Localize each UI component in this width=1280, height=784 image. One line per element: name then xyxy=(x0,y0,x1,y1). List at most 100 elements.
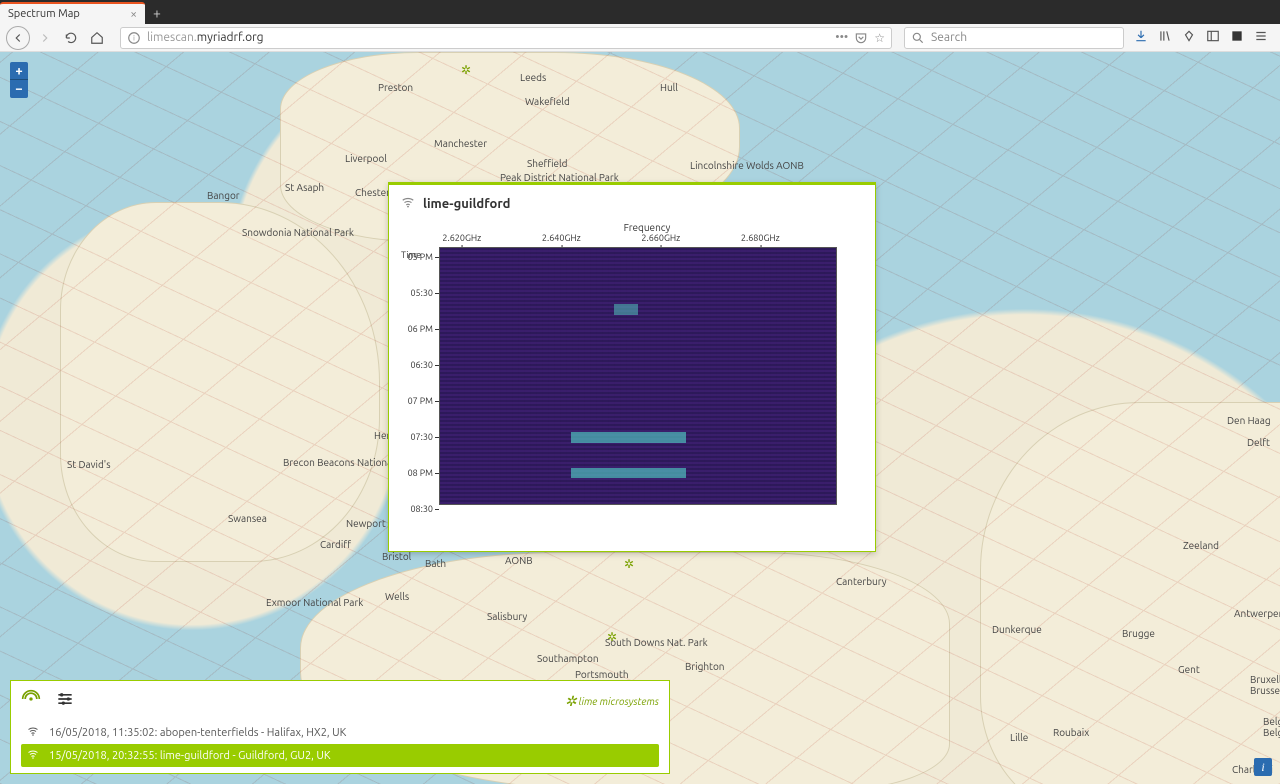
downloads-icon[interactable] xyxy=(1134,29,1148,46)
toolbar-extras xyxy=(1128,29,1274,46)
city-label: Swansea xyxy=(228,513,267,524)
zoom-in-button[interactable]: + xyxy=(10,62,28,80)
y-axis: 05 PM 05:30 06 PM 06:30 07 PM 07:30 08 PM 08:30 xyxy=(389,254,437,512)
arrow-left-icon xyxy=(11,31,25,45)
city-label: Delft xyxy=(1247,437,1270,448)
city-label: Lille xyxy=(1010,732,1028,743)
city-label: St David's xyxy=(67,459,111,470)
panel-header: lime microsystems xyxy=(21,689,659,713)
station-marker[interactable]: ✲ xyxy=(461,63,475,77)
station-marker[interactable]: ✲ xyxy=(607,630,621,644)
x-tick: 2.640GHz xyxy=(542,233,581,243)
y-tick: 05 PM xyxy=(408,252,433,262)
city-label: Dunkerque xyxy=(992,624,1042,635)
x-tick: 2.660GHz xyxy=(641,233,680,243)
city-label: Sheffield xyxy=(527,158,568,169)
search-icon xyxy=(911,31,925,45)
city-label: Portsmouth xyxy=(575,669,629,680)
city-label: Snowdonia National Park xyxy=(242,227,354,238)
city-label: Canterbury xyxy=(836,576,887,587)
city-label: Wells xyxy=(385,591,409,602)
city-label: Brugge xyxy=(1122,628,1155,639)
city-label: Bruxelles Brussel xyxy=(1250,674,1280,696)
info-button[interactable]: i xyxy=(1254,758,1272,776)
extension-icon[interactable] xyxy=(1182,29,1196,46)
close-tab-icon[interactable]: × xyxy=(130,8,137,21)
x-axis: 2.620GHz 2.640GHz 2.660GHz 2.680GHz xyxy=(439,233,855,247)
y-tick: 07 PM xyxy=(408,396,433,406)
x-tick: 2.680GHz xyxy=(741,233,780,243)
y-tick: 08:30 xyxy=(410,504,433,514)
home-icon xyxy=(90,31,104,45)
x-tick: 2.620GHz xyxy=(442,233,481,243)
library-icon[interactable] xyxy=(1158,29,1172,46)
city-label: Liverpool xyxy=(345,153,387,164)
city-label: Salisbury xyxy=(487,611,527,622)
chart: Frequency 2.620GHz 2.640GHz 2.660GHz 2.680G… xyxy=(389,222,875,515)
y-tick: 05:30 xyxy=(410,288,433,298)
zoom-controls: + − xyxy=(10,62,28,98)
home-button[interactable] xyxy=(86,27,108,49)
city-label: België / Belgique xyxy=(1263,716,1280,738)
search-placeholder: Search xyxy=(931,31,967,44)
city-label: Leeds xyxy=(520,72,546,83)
wifi-icon xyxy=(27,725,41,740)
station-popup: lime-guildford Frequency 2.620GHz 2.640GH… xyxy=(388,182,876,552)
y-tick: 06 PM xyxy=(408,324,433,334)
sidebar-icon[interactable] xyxy=(1206,29,1220,46)
info-icon: i xyxy=(127,31,141,45)
popup-header: lime-guildford xyxy=(389,185,875,222)
station-row[interactable]: 16/05/2018, 11:35:02: abopen-tenterfield… xyxy=(21,721,659,744)
city-label: Newport xyxy=(346,518,386,529)
search-bar[interactable]: Search xyxy=(904,27,1124,49)
settings-icon[interactable] xyxy=(55,689,75,713)
new-tab-button[interactable]: + xyxy=(145,2,169,24)
city-label: Bangor xyxy=(207,190,240,201)
city-label: Roubaix xyxy=(1053,727,1089,738)
back-button[interactable] xyxy=(6,26,30,50)
url-text: limescan.myriadrf.org xyxy=(147,31,264,44)
y-tick: 07:30 xyxy=(410,432,433,442)
pocket-icon[interactable] xyxy=(854,31,868,45)
y-tick: 08 PM xyxy=(408,468,433,478)
city-label: Exmoor National Park xyxy=(266,597,363,608)
station-marker[interactable]: ✲ xyxy=(624,557,638,571)
url-bar[interactable]: i limescan.myriadrf.org ••• ☆ xyxy=(120,27,892,49)
station-row-text: 16/05/2018, 11:35:02: abopen-tenterfield… xyxy=(49,727,346,739)
city-label: Gent xyxy=(1178,664,1200,675)
station-row[interactable]: 15/05/2018, 20:32:55: lime-guildford - G… xyxy=(21,744,659,767)
x-axis-title: Frequency xyxy=(439,222,855,233)
menu-icon[interactable] xyxy=(1254,29,1268,46)
reload-button[interactable] xyxy=(60,27,82,49)
tab-title: Spectrum Map xyxy=(8,8,80,20)
ublock-icon[interactable] xyxy=(1230,29,1244,46)
station-panel: lime microsystems 16/05/2018, 11:35:02: … xyxy=(10,680,670,774)
wifi-icon xyxy=(27,748,41,763)
svg-text:i: i xyxy=(133,34,135,42)
y-tick: 06:30 xyxy=(410,360,433,370)
city-label: Southampton xyxy=(537,653,599,664)
city-label: Antwerpen xyxy=(1234,608,1280,619)
city-label: Chester xyxy=(355,187,390,198)
broadcast-icon[interactable] xyxy=(21,689,41,713)
city-label: AONB xyxy=(505,555,533,566)
city-label: Wakefield xyxy=(525,96,570,107)
browser-toolbar: i limescan.myriadrf.org ••• ☆ Search xyxy=(0,24,1280,52)
forward-button[interactable] xyxy=(34,27,56,49)
wifi-icon xyxy=(401,195,415,212)
city-label: Bath xyxy=(425,558,446,569)
city-label: Cardiff xyxy=(320,539,351,550)
city-label: Hull xyxy=(660,82,678,93)
popup-title: lime-guildford xyxy=(423,197,510,211)
more-icon[interactable]: ••• xyxy=(835,31,848,45)
tab-bar: Spectrum Map × + xyxy=(0,0,1280,24)
zoom-out-button[interactable]: − xyxy=(10,80,28,98)
city-label: Lincolnshire Wolds AONB xyxy=(690,160,804,171)
bookmark-star-icon[interactable]: ☆ xyxy=(874,31,885,45)
page-content: LeedsWakefieldPrestonManchesterLiverpool… xyxy=(0,52,1280,784)
browser-tab[interactable]: Spectrum Map × xyxy=(0,2,145,24)
reload-icon xyxy=(64,31,78,45)
city-label: Manchester xyxy=(434,138,487,149)
city-label: St Asaph xyxy=(285,182,324,193)
urlbar-actions: ••• ☆ xyxy=(835,31,885,45)
